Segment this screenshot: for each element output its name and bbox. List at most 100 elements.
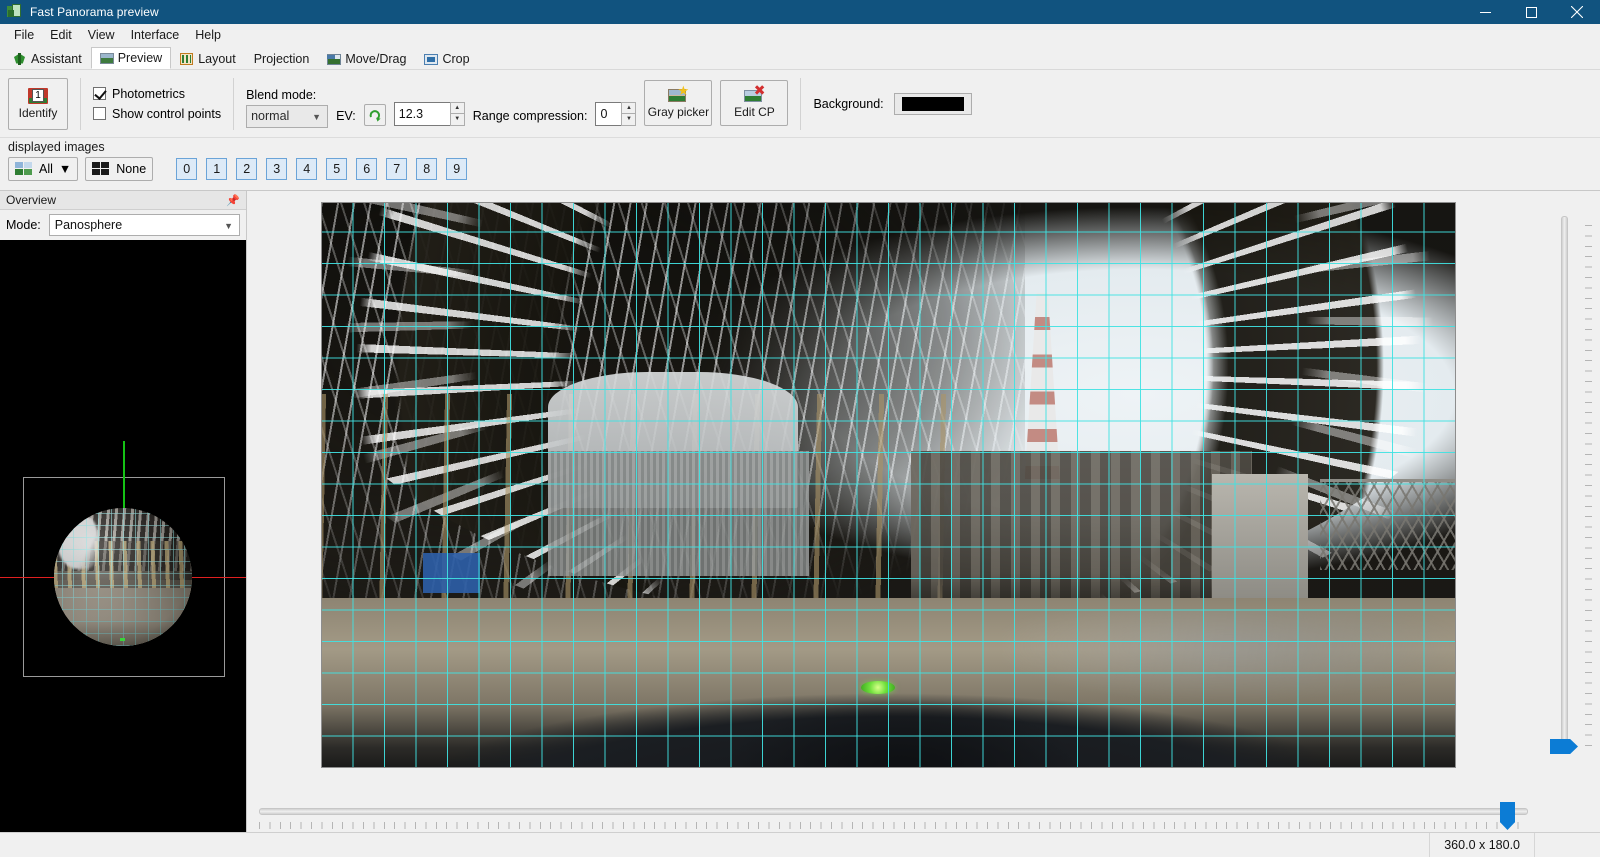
assistant-icon	[13, 52, 27, 65]
identify-badge: 1	[32, 88, 44, 102]
range-compression-spin-up[interactable]: ▲	[621, 101, 637, 113]
tab-preview[interactable]: Preview	[90, 47, 172, 69]
edit-control-points-icon: ✖	[744, 83, 765, 103]
toolbar-separator-3	[800, 77, 802, 130]
window-title: Fast Panorama preview	[30, 5, 159, 19]
tab-preview-label: Preview	[117, 51, 163, 65]
range-compression-spinner-arrows[interactable]: ▲ ▼	[621, 101, 637, 126]
show-control-points-label: Show control points	[112, 106, 222, 121]
edit-cp-label: Edit CP	[734, 104, 775, 119]
blend-mode-select[interactable]: normal	[246, 104, 329, 128]
menu-interface[interactable]: Interface	[123, 26, 188, 44]
range-compression-spin-down[interactable]: ▼	[621, 113, 637, 126]
application-window: Fast Panorama preview File Edit View Int…	[0, 0, 1600, 857]
edit-cp-button[interactable]: ✖ Edit CP	[720, 79, 789, 126]
show-none-images-button[interactable]: None	[85, 157, 154, 181]
gray-picker-button[interactable]: ★ Gray picker	[644, 79, 713, 126]
tab-move-drag[interactable]: Move/Drag	[318, 47, 415, 69]
range-compression-input[interactable]	[595, 101, 622, 126]
image-toggle-1[interactable]: 1	[206, 158, 228, 180]
horizontal-field-of-view-slider[interactable]	[247, 802, 1600, 832]
blend-mode-group: Blend mode: normal ▼	[246, 88, 329, 128]
range-compression-spinner[interactable]: ▲ ▼	[595, 101, 637, 126]
status-bar: 360.0 x 180.0	[0, 832, 1600, 857]
image-toggle-8[interactable]: 8	[416, 158, 438, 180]
panorama-app-icon	[7, 4, 23, 20]
tab-layout[interactable]: Layout	[171, 47, 245, 69]
pin-icon[interactable]: 📌	[226, 194, 240, 207]
image-toggle-4[interactable]: 4	[296, 158, 318, 180]
image-toggle-0[interactable]: 0	[176, 158, 198, 180]
move-drag-icon	[327, 53, 342, 65]
ev-reset-button[interactable]	[363, 103, 386, 126]
horizontal-slider-track[interactable]	[259, 808, 1528, 815]
overview-dock: Overview 📌 Mode: Panosphere ▼	[0, 191, 247, 832]
ev-input[interactable]	[393, 101, 450, 126]
crop-icon	[424, 53, 439, 65]
overview-mode-select[interactable]: Panosphere	[48, 214, 240, 236]
ev-label: EV:	[336, 108, 356, 123]
tab-projection[interactable]: Projection	[245, 47, 319, 69]
preview-canvas-area	[247, 191, 1600, 802]
tab-crop[interactable]: Crop	[415, 47, 478, 69]
menu-edit[interactable]: Edit	[42, 26, 80, 44]
displayed-images-caption: displayed images	[8, 140, 105, 154]
status-bar-end-cell	[1534, 833, 1590, 857]
field-of-view-status: 360.0 x 180.0	[1429, 833, 1534, 857]
tab-move-drag-label: Move/Drag	[345, 51, 407, 66]
vertical-slider-handle[interactable]	[1550, 739, 1578, 754]
menu-file[interactable]: File	[6, 26, 42, 44]
checkbox-checked-icon	[93, 87, 106, 100]
blend-mode-combo-wrap: normal ▼	[246, 104, 329, 128]
show-control-points-checkbox[interactable]: Show control points	[93, 107, 221, 121]
all-dropdown-caret-icon[interactable]: ▼	[59, 162, 71, 176]
overview-mode-combo-wrap: Panosphere ▼	[48, 214, 240, 236]
close-button[interactable]	[1554, 0, 1600, 24]
image-toggle-6[interactable]: 6	[356, 158, 378, 180]
show-none-images-label: None	[116, 162, 147, 176]
tab-assistant[interactable]: Assistant	[4, 47, 91, 69]
vertical-field-of-view-slider[interactable]	[1540, 191, 1600, 802]
identify-number-icon: 1	[28, 87, 48, 104]
displayed-images-bar: displayed images All ▼ None 0 1 2 3 4 5 …	[0, 138, 1600, 191]
ev-spin-down[interactable]: ▼	[449, 113, 465, 126]
minimize-button[interactable]	[1462, 0, 1508, 24]
maximize-restore-button[interactable]	[1508, 0, 1554, 24]
show-all-images-button[interactable]: All ▼	[8, 157, 79, 181]
panosphere-globe[interactable]	[54, 508, 192, 646]
identify-button[interactable]: 1 Identify	[8, 77, 68, 130]
photometrics-label: Photometrics	[112, 86, 185, 101]
menu-help[interactable]: Help	[187, 26, 229, 44]
reset-arrow-icon	[369, 109, 381, 122]
menu-view[interactable]: View	[80, 26, 123, 44]
title-bar: Fast Panorama preview	[0, 0, 1600, 24]
ev-spinner-arrows[interactable]: ▲ ▼	[449, 101, 465, 126]
panorama-zone	[247, 191, 1540, 802]
image-toggle-9[interactable]: 9	[446, 158, 468, 180]
image-toggle-7[interactable]: 7	[386, 158, 408, 180]
preview-area	[247, 191, 1600, 832]
gray-picker-label: Gray picker	[647, 104, 710, 119]
image-toggle-3[interactable]: 3	[266, 158, 288, 180]
overview-mode-label: Mode:	[6, 218, 41, 232]
show-all-images-label: All	[39, 162, 53, 176]
vertical-slider-track[interactable]	[1561, 216, 1568, 746]
checkbox-unchecked-icon	[93, 107, 106, 120]
overview-mode-row: Mode: Panosphere ▼	[0, 210, 246, 240]
background-color-swatch	[901, 96, 964, 111]
tab-layout-label: Layout	[198, 51, 236, 66]
horizontal-slider-ticks	[259, 822, 1528, 829]
no-images-icon	[92, 161, 110, 177]
ev-spin-up[interactable]: ▲	[449, 101, 465, 113]
image-toggle-5[interactable]: 5	[326, 158, 348, 180]
overview-panel-header: Overview 📌	[0, 191, 246, 210]
photometrics-checkbox[interactable]: Photometrics	[93, 87, 221, 101]
image-toggle-2[interactable]: 2	[236, 158, 258, 180]
ev-spinner[interactable]: ▲ ▼	[393, 101, 465, 126]
gray-picker-icon: ★	[668, 84, 689, 103]
toolbar-separator-2	[233, 77, 235, 130]
background-color-button[interactable]	[893, 92, 972, 115]
toolbar-separator-1	[80, 77, 81, 130]
panosphere-overview-canvas[interactable]	[0, 240, 246, 832]
panorama-preview-image[interactable]	[321, 202, 1456, 768]
